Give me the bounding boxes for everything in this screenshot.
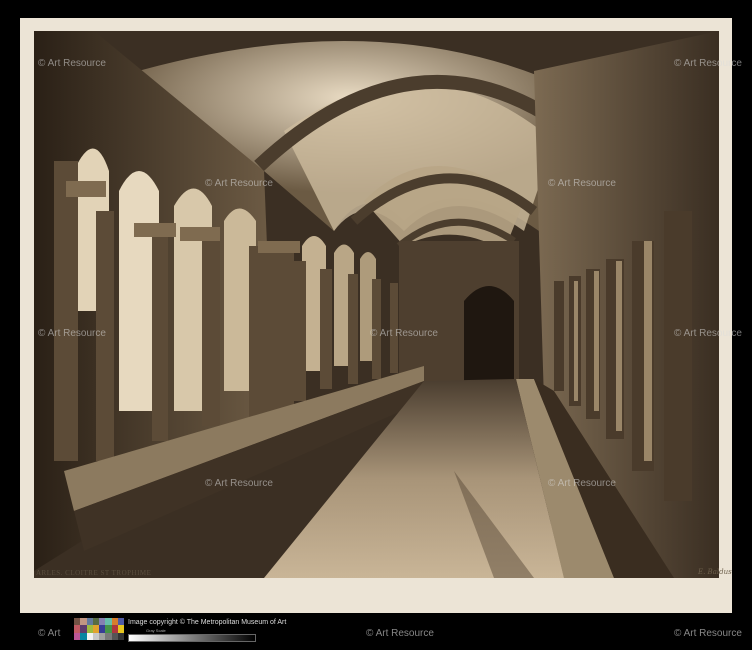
photo-mount: ARLES. CLOITRE ST TROPHIME E. Baldus: [20, 18, 732, 613]
cloister-photograph: [34, 31, 719, 578]
photo-caption: ARLES. CLOITRE ST TROPHIME: [36, 569, 152, 577]
color-patch: [117, 618, 124, 626]
gray-scale-bar: [128, 634, 256, 642]
gray-scale-label: Gray Scale: [146, 628, 166, 633]
photographer-signature: E. Baldus: [698, 568, 732, 576]
color-patch: [117, 632, 124, 640]
color-patch: [117, 625, 124, 633]
color-calibration-chart: [74, 618, 124, 640]
copyright-text: Image copyright © The Metropolitan Museu…: [128, 619, 287, 626]
